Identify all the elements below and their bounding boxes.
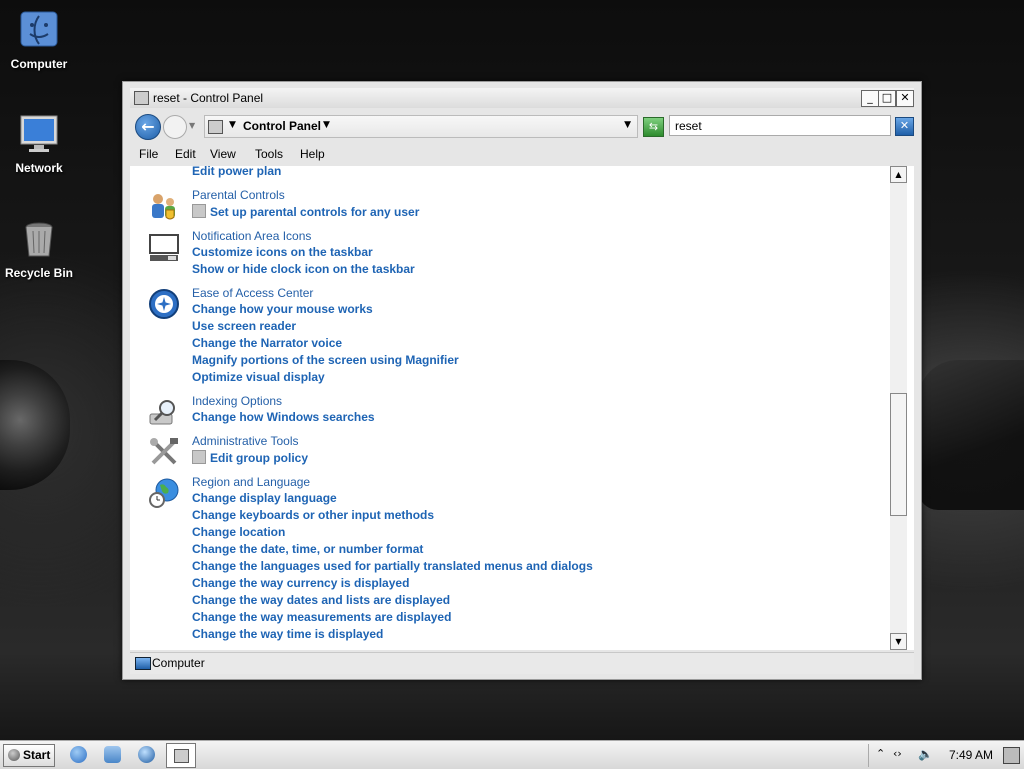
window-title: reset - Control Panel [153,91,264,105]
link-customize-taskbar-icons[interactable]: Customize icons on the taskbar [192,245,373,259]
link-display-language[interactable]: Change display language [192,491,337,505]
uac-shield-icon [192,204,206,218]
link-magnifier[interactable]: Magnify portions of the screen using Mag… [192,353,459,367]
link-edit-power-plan[interactable]: Edit power plan [192,166,281,178]
back-button[interactable]: ← [135,114,161,140]
control-panel-icon [174,749,189,763]
link-keyboards-input[interactable]: Change keyboards or other input methods [192,508,434,522]
browser-icon[interactable] [70,746,87,763]
wallpaper-car-right [918,360,1024,510]
folder-icon[interactable] [104,746,121,763]
link-optimize-visual-display[interactable]: Optimize visual display [192,370,325,384]
title-bar[interactable]: reset - Control Panel _ □ ✕ [130,88,914,108]
refresh-button[interactable]: ⇆ [643,117,664,137]
desktop-icon-label: Recycle Bin [4,266,74,280]
group-title[interactable]: Administrative Tools [192,434,299,448]
desktop-icon-computer[interactable]: Computer [1,10,77,71]
system-tray: ⌃ ‹› 🔈 7:49 AM [868,744,1024,767]
link-change-windows-searches[interactable]: Change how Windows searches [192,410,375,424]
address-toolbar: ← ▼ ▼ Control Panel ▼ ▼ ⇆ reset ✕ [130,112,914,140]
scroll-thumb[interactable] [890,393,907,516]
status-bar: Computer [130,652,914,674]
menu-file[interactable]: File [139,147,158,161]
desktop-icon-label: Network [15,161,63,175]
ease-of-access-icon [149,289,179,319]
link-show-hide-clock[interactable]: Show or hide clock icon on the taskbar [192,262,415,276]
breadcrumb-control-panel[interactable]: Control Panel [243,119,321,133]
taskbar: Start ⌃ ‹› 🔈 7:49 AM [0,740,1024,769]
vertical-scrollbar[interactable]: ▲ ▼ [890,166,907,650]
menu-bar: File Edit View Tools Help [130,144,914,164]
link-edit-group-policy[interactable]: Edit group policy [192,450,308,465]
control-panel-icon [208,120,223,134]
media-player-icon[interactable] [138,746,155,763]
network-status-icon[interactable]: ‹› [893,747,902,760]
forward-button[interactable] [163,115,187,139]
group-title[interactable]: Notification Area Icons [192,229,311,243]
address-bar[interactable]: ▼ Control Panel ▼ ▼ [204,115,638,138]
taskbar-item-control-panel[interactable] [166,743,196,768]
minimize-button[interactable]: _ [861,90,879,107]
notification-area-icon [149,234,179,261]
recent-pages-dropdown[interactable]: ▼ [189,121,195,130]
control-panel-window: reset - Control Panel _ □ ✕ ← ▼ ▼ Contro… [122,81,922,680]
link-setup-parental-controls[interactable]: Set up parental controls for any user [192,204,419,219]
search-input[interactable]: reset [669,115,891,136]
search-results-pane: Edit power plan Parental Controls Set up… [130,166,914,650]
maximize-button[interactable]: □ [878,90,896,107]
menu-edit[interactable]: Edit [175,147,196,161]
wallpaper-car-left [0,360,70,490]
group-title[interactable]: Ease of Access Center [192,286,313,300]
desktop-icon-recycle-bin[interactable]: Recycle Bin [1,219,77,280]
close-button[interactable]: ✕ [896,90,914,107]
link-change-location[interactable]: Change location [192,525,285,539]
address-dropdown-icon[interactable]: ▼ [624,120,631,130]
parental-controls-icon [152,194,175,220]
chevron-down-icon[interactable]: ▼ [323,120,330,130]
status-text: Computer [152,656,205,670]
chevron-down-icon[interactable]: ▼ [229,120,236,130]
computer-icon [135,657,151,670]
group-title[interactable]: Indexing Options [192,394,282,408]
recycle-bin-icon [25,222,53,257]
show-desktop-icon[interactable] [1003,747,1020,764]
group-title[interactable]: Parental Controls [192,188,285,202]
scroll-up-button[interactable]: ▲ [890,166,907,183]
clear-search-button[interactable]: ✕ [895,117,914,136]
menu-help[interactable]: Help [300,147,325,161]
uac-shield-icon [192,450,206,464]
region-language-icon [149,478,179,508]
desktop-icon-label: Computer [10,57,68,71]
link-narrator-voice[interactable]: Change the Narrator voice [192,336,342,350]
computer-icon [20,11,58,47]
link-mouse[interactable]: Change how your mouse works [192,302,373,316]
link-currency[interactable]: Change the way currency is displayed [192,576,409,590]
link-measurements[interactable]: Change the way measurements are displaye… [192,610,451,624]
indexing-icon [149,400,175,425]
start-button[interactable]: Start [3,744,55,767]
link-time-display[interactable]: Change the way time is displayed [192,627,383,641]
clock[interactable]: 7:49 AM [949,748,993,762]
link-dates-lists[interactable]: Change the way dates and lists are displ… [192,593,450,607]
link-date-time-number[interactable]: Change the date, time, or number format [192,542,423,556]
menu-view[interactable]: View [210,147,236,161]
link-partial-languages[interactable]: Change the languages used for partially … [192,559,593,573]
menu-tools[interactable]: Tools [255,147,283,161]
start-orb-icon [8,749,20,761]
monitor-icon [20,115,58,152]
show-hidden-icons-icon[interactable]: ⌃ [876,747,885,760]
link-screen-reader[interactable]: Use screen reader [192,319,296,333]
desktop-icon-network[interactable]: Network [1,114,77,175]
volume-muted-icon[interactable]: 🔈 [918,747,933,761]
administrative-tools-icon [150,438,178,465]
scroll-down-button[interactable]: ▼ [890,633,907,650]
control-panel-icon [134,91,149,105]
group-title[interactable]: Region and Language [192,475,310,489]
